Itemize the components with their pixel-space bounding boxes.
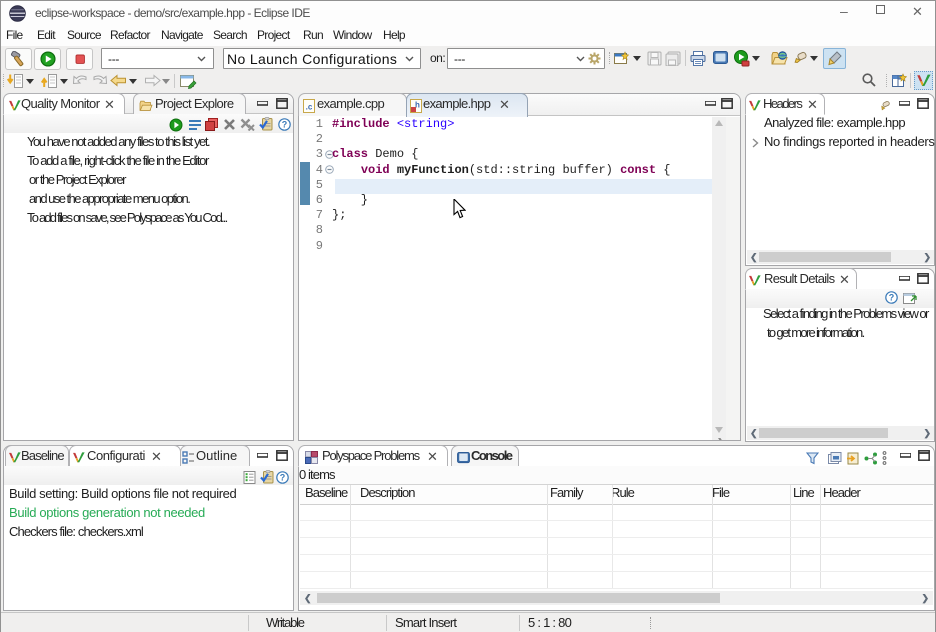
svg-text:.c: .c (306, 103, 313, 112)
svg-text:?: ? (282, 120, 288, 130)
svg-text:?: ? (280, 473, 286, 483)
svg-text:?: ? (889, 293, 895, 303)
